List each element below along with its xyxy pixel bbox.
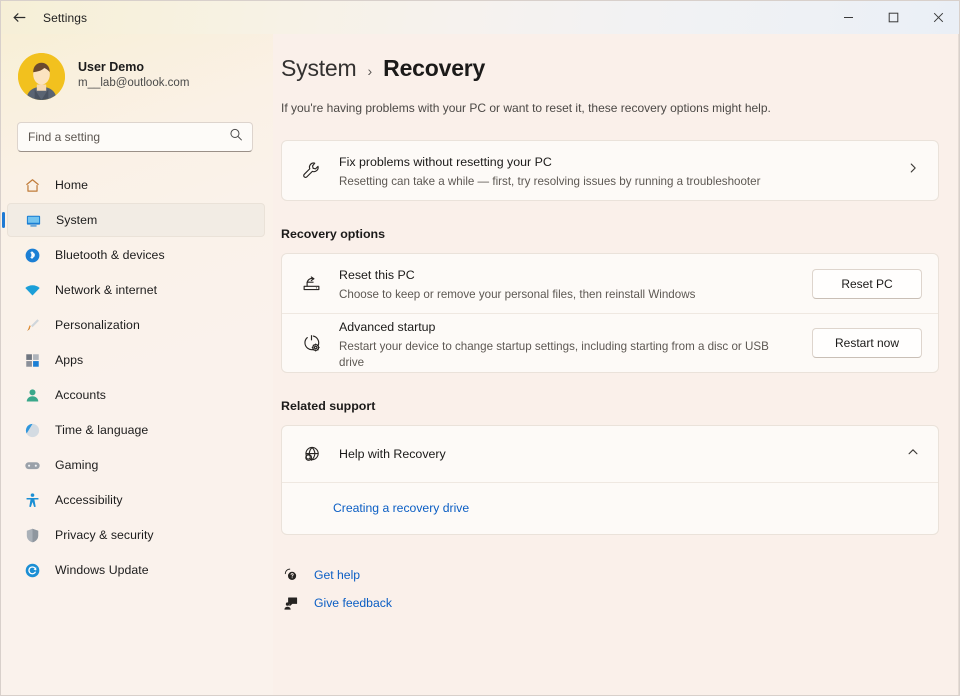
sidebar-item-accounts[interactable]: Accounts [7, 378, 265, 412]
update-refresh-icon [23, 561, 41, 579]
advanced-startup-subtitle: Restart your device to change startup se… [339, 340, 769, 369]
home-icon [23, 176, 41, 194]
account-email: m__lab@outlook.com [78, 77, 190, 90]
clock-globe-icon [23, 421, 41, 439]
advanced-startup-text: Advanced startup Restart your device to … [339, 316, 796, 371]
sidebar-item-network-internet[interactable]: Network & internet [7, 273, 265, 307]
shield-icon [23, 526, 41, 544]
avatar [18, 52, 65, 100]
person-icon [23, 386, 41, 404]
chevron-right-icon[interactable] [906, 161, 922, 180]
maximize-button[interactable] [871, 2, 916, 34]
give-feedback-link[interactable]: Give feedback [314, 596, 392, 610]
page-description: If you're having problems with your PC o… [281, 101, 771, 115]
search-wrapper [1, 106, 273, 152]
window-title: Settings [43, 10, 88, 25]
help-with-recovery-title: Help with Recovery [339, 447, 446, 462]
troubleshoot-card[interactable]: Fix problems without resetting your PC R… [281, 140, 939, 201]
search-icon [229, 128, 243, 147]
account-block[interactable]: User Demo m__lab@outlook.com [1, 34, 273, 106]
sidebar-item-bluetooth-devices[interactable]: Bluetooth & devices [7, 238, 265, 272]
sidebar-item-gaming[interactable]: Gaming [7, 448, 265, 482]
restart-now-button[interactable]: Restart now [812, 328, 922, 358]
sidebar-item-label: Network & internet [55, 283, 158, 297]
apps-grid-icon [23, 351, 41, 369]
sidebar-item-privacy-security[interactable]: Privacy & security [7, 518, 265, 552]
sidebar-item-label: Home [55, 178, 89, 192]
sidebar-item-label: Gaming [55, 458, 99, 472]
paintbrush-icon [23, 316, 41, 334]
reset-this-pc-row: Reset this PC Choose to keep or remove y… [282, 254, 938, 313]
sidebar-item-time-language[interactable]: Time & language [7, 413, 265, 447]
help-with-recovery-expander: Help with Recovery Creating a recovery d… [281, 425, 939, 535]
help-with-recovery-body: Creating a recovery drive [282, 482, 938, 534]
title-bar: Settings [1, 1, 959, 34]
scroll-gutter[interactable] [958, 34, 959, 695]
sidebar-item-label: Time & language [55, 423, 149, 437]
breadcrumb-separator-icon: › [367, 63, 373, 79]
advanced-startup-row: Advanced startup Restart your device to … [282, 313, 938, 372]
recovery-options-heading: Recovery options [281, 227, 385, 241]
help-with-recovery-header[interactable]: Help with Recovery [282, 426, 938, 482]
breadcrumb: System › Recovery [281, 34, 959, 82]
accessibility-icon [23, 491, 41, 509]
troubleshoot-row[interactable]: Fix problems without resetting your PC R… [282, 141, 938, 200]
get-help-link[interactable]: Get help [314, 568, 360, 582]
creating-a-recovery-drive-link[interactable]: Creating a recovery drive [333, 501, 469, 515]
recovery-options-card: Reset this PC Choose to keep or remove y… [281, 253, 939, 373]
troubleshoot-text: Fix problems without resetting your PC R… [339, 151, 890, 190]
account-name: User Demo [78, 59, 144, 74]
breadcrumb-parent[interactable]: System [281, 55, 357, 82]
help-question-icon [282, 567, 299, 584]
settings-window: Settings User Demo m__lab@outlook.com Fi… [0, 0, 960, 696]
feedback-icon [282, 595, 299, 612]
sidebar-item-label: Apps [55, 353, 84, 367]
search-input[interactable] [28, 130, 242, 144]
sidebar-item-label: Accounts [55, 388, 106, 402]
sidebar-item-system[interactable]: System [7, 203, 265, 237]
sidebar: User Demo m__lab@outlook.com Find a sett… [1, 34, 273, 695]
minimize-button[interactable] [826, 2, 871, 34]
reset-pc-button[interactable]: Reset PC [812, 268, 922, 299]
reset-this-pc-text: Reset this PC Choose to keep or remove y… [339, 264, 796, 303]
close-button[interactable] [916, 2, 959, 34]
sidebar-item-label: Bluetooth & devices [55, 248, 165, 262]
sidebar-item-label: Privacy & security [55, 528, 154, 542]
give-feedback-row[interactable]: Give feedback [281, 589, 959, 617]
sidebar-nav: Home System Bluetooth & devices Network … [1, 168, 273, 587]
monitor-icon [24, 211, 42, 229]
chevron-up-icon[interactable] [906, 445, 922, 464]
back-arrow-icon[interactable] [1, 1, 37, 34]
sidebar-item-label: System [56, 213, 98, 227]
main-content: System › Recovery If you're having probl… [273, 34, 959, 695]
page-title: Recovery [383, 55, 486, 81]
power-gear-icon [299, 331, 323, 355]
troubleshoot-subtitle: Resetting can take a while — first, try … [339, 175, 761, 189]
footer-links: Get help Give feedback [281, 561, 959, 617]
sidebar-item-label: Accessibility [55, 493, 123, 507]
globe-search-icon [299, 442, 323, 466]
reset-pc-icon [299, 272, 323, 296]
sidebar-item-label: Windows Update [55, 563, 149, 577]
reset-this-pc-title: Reset this PC [339, 267, 415, 282]
sidebar-item-personalization[interactable]: Personalization [7, 308, 265, 342]
wifi-icon [23, 281, 41, 299]
get-help-row[interactable]: Get help [281, 561, 959, 589]
wrench-icon [299, 159, 323, 183]
related-support-heading: Related support [281, 399, 376, 413]
help-with-recovery-text: Help with Recovery [339, 443, 890, 465]
gamepad-icon [23, 456, 41, 474]
troubleshoot-title: Fix problems without resetting your PC [339, 154, 552, 169]
sidebar-item-label: Personalization [55, 318, 140, 332]
reset-this-pc-subtitle: Choose to keep or remove your personal f… [339, 288, 696, 302]
search-box[interactable] [17, 122, 253, 152]
advanced-startup-title: Advanced startup [339, 319, 436, 334]
sidebar-item-windows-update[interactable]: Windows Update [7, 553, 265, 587]
sidebar-item-apps[interactable]: Apps [7, 343, 265, 377]
bluetooth-icon [23, 246, 41, 264]
sidebar-item-accessibility[interactable]: Accessibility [7, 483, 265, 517]
sidebar-item-home[interactable]: Home [7, 168, 265, 202]
account-text: User Demo m__lab@outlook.com [78, 59, 189, 93]
